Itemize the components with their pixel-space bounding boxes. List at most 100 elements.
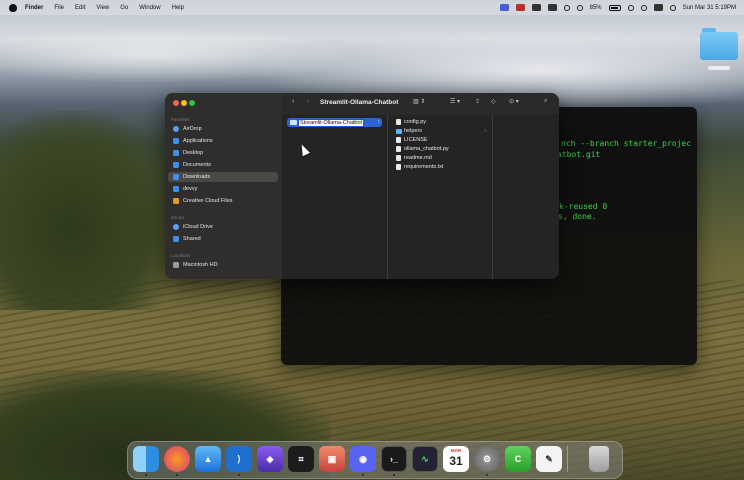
dock-discord-icon[interactable]: ◉ [350, 446, 376, 472]
list-item[interactable]: ollama_chatbot.py [396, 145, 488, 153]
file-icon [396, 164, 401, 170]
creative-cloud-icon [173, 198, 179, 204]
sidebar-item-icloud-drive[interactable]: iCloud Drive [168, 222, 278, 232]
sidebar-item-creative-cloud[interactable]: Creative Cloud Files [168, 196, 278, 206]
dock-xcode-icon[interactable]: ▲ [195, 446, 221, 472]
menu-edit[interactable]: Edit [75, 5, 85, 11]
siri-icon[interactable] [669, 4, 676, 11]
sidebar-section-icloud: iCloud [171, 215, 184, 220]
column-view-icon[interactable]: ▥ ⇕ [413, 98, 425, 105]
dock-system-settings-icon[interactable]: ⚙ [474, 446, 500, 472]
running-indicator [362, 474, 364, 476]
file-icon [396, 119, 401, 125]
screen-sharing-icon[interactable] [499, 4, 509, 11]
menu-app-name[interactable]: Finder [25, 5, 43, 11]
file-icon [396, 137, 401, 143]
desktop-folder-icon[interactable] [700, 28, 738, 60]
airdrop-icon [173, 126, 179, 132]
apple-menu-icon[interactable] [9, 3, 17, 12]
dock-textedit-icon[interactable]: ✎ [536, 446, 562, 472]
forward-icon[interactable]: › [307, 98, 309, 105]
terminal-line: nch --branch starter_projec [561, 139, 692, 148]
column-divider[interactable] [492, 115, 493, 279]
terminal-line: k-reused 0 [559, 202, 608, 211]
wifi-icon[interactable] [627, 4, 634, 11]
document-icon [173, 162, 179, 168]
list-item[interactable]: LICENSE [396, 136, 488, 144]
dock-calendar-icon[interactable]: MAR 31 [443, 446, 469, 472]
running-indicator [238, 474, 240, 476]
display-icon[interactable] [531, 4, 541, 11]
control-center-icon[interactable] [653, 4, 663, 11]
menu-view[interactable]: View [96, 5, 109, 11]
running-indicator [145, 474, 147, 476]
sidebar-item-macintosh-hd[interactable]: Macintosh HD [168, 260, 278, 270]
terminal-line: atbot.git [557, 150, 601, 159]
file-icon [396, 155, 401, 161]
list-item[interactable]: readme.md [396, 154, 488, 162]
dock-trash-icon[interactable] [589, 446, 609, 472]
bluetooth-icon[interactable] [576, 4, 583, 11]
chevron-right-icon: › [378, 119, 380, 125]
list-item[interactable]: requirements.txt [396, 163, 488, 171]
recording-icon[interactable] [515, 4, 525, 11]
dock-firefox-icon[interactable] [164, 446, 190, 472]
sidebar-item-shared[interactable]: Shared [168, 234, 278, 244]
tag-icon[interactable]: ◇ [491, 98, 496, 105]
sidebar-item-devvy[interactable]: devvy [168, 184, 278, 194]
dock-android-studio-icon[interactable]: C [505, 446, 531, 472]
list-item[interactable]: helpers › [396, 127, 488, 135]
finder-window[interactable]: Favorites AirDrop Applications Desktop D… [165, 93, 559, 279]
battery-icon[interactable] [608, 4, 621, 11]
rename-field[interactable]: Streamlit-Ollama-Chatbot [298, 119, 365, 127]
dock-finder-icon[interactable] [133, 446, 159, 472]
time-machine-icon[interactable] [563, 4, 570, 11]
group-icon[interactable]: ☰ ▾ [450, 98, 460, 105]
dock: ▲ ⟩ ◆ ⌗ ▣ ◉ ›_ ∿ MAR 31 ⚙ C ✎ [127, 441, 623, 479]
search-icon[interactable]: ⌕ [544, 98, 547, 105]
menu-help[interactable]: Help [172, 5, 184, 11]
menu-bar: Finder File Edit View Go Window Help 85%… [0, 0, 744, 15]
chevron-right-icon: › [484, 128, 486, 134]
menu-go[interactable]: Go [120, 5, 128, 11]
terminal-line: s, done. [558, 212, 597, 221]
menubar-clock[interactable]: Sun Mar 31 5:19PM [683, 5, 736, 11]
dock-terminal-icon[interactable]: ›_ [381, 446, 407, 472]
battery-percent: 85% [589, 4, 602, 11]
running-indicator [176, 474, 178, 476]
search-icon[interactable] [640, 4, 647, 11]
finder-sidebar: Favorites AirDrop Applications Desktop D… [165, 93, 282, 279]
menu-file[interactable]: File [54, 5, 64, 11]
running-indicator [486, 474, 488, 476]
zoom-button[interactable] [189, 100, 195, 106]
sidebar-item-desktop[interactable]: Desktop [168, 148, 278, 158]
folder-icon [396, 128, 402, 134]
mail-icon[interactable] [547, 4, 557, 11]
back-icon[interactable]: ‹ [292, 98, 294, 105]
menu-window[interactable]: Window [139, 5, 160, 11]
close-button[interactable] [173, 100, 179, 106]
dock-vscode-icon[interactable]: ⟩ [226, 446, 252, 472]
column-divider[interactable] [387, 115, 388, 279]
dock-screenshot-icon[interactable]: ⌗ [288, 446, 314, 472]
downloads-icon [173, 174, 179, 180]
sidebar-item-downloads[interactable]: Downloads [168, 172, 278, 182]
list-item[interactable]: config.py [396, 118, 488, 126]
hard-drive-icon [173, 262, 179, 268]
sidebar-item-airdrop[interactable]: AirDrop [168, 124, 278, 134]
more-actions-icon[interactable]: ⊙ ▾ [509, 98, 519, 105]
sidebar-item-documents[interactable]: Documents [168, 160, 278, 170]
dock-package-icon[interactable]: ▣ [319, 446, 345, 472]
share-icon[interactable]: ⇪ [475, 98, 480, 105]
sidebar-item-applications[interactable]: Applications [168, 136, 278, 146]
applications-icon [173, 138, 179, 144]
folder-icon [290, 120, 297, 125]
dock-separator [567, 446, 568, 472]
dock-obsidian-icon[interactable]: ◆ [257, 446, 283, 472]
desktop-icon [173, 150, 179, 156]
file-icon [396, 146, 401, 152]
window-title: Streamlit-Ollama-Chatbot [320, 99, 399, 106]
desktop-folder-label[interactable] [708, 66, 730, 70]
dock-activity-monitor-icon[interactable]: ∿ [412, 446, 438, 472]
minimize-button[interactable] [181, 100, 187, 106]
